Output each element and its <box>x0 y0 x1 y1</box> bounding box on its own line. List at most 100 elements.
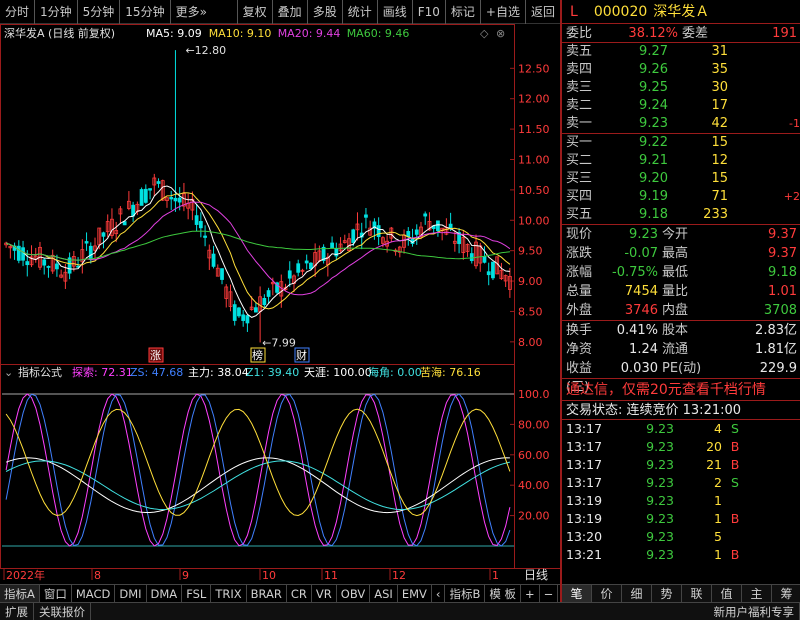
ma-label: MA20: 9.44 <box>278 27 341 40</box>
tick-time: 13:19 <box>566 511 603 526</box>
indicator-tab[interactable]: 指标B <box>445 584 486 603</box>
toolbar-button[interactable]: 叠加 <box>271 0 307 24</box>
toolbar-button[interactable]: F10 <box>411 0 445 24</box>
panel-tab[interactable]: 联 <box>682 585 712 602</box>
related-quote-button[interactable]: 关联报价 <box>34 602 91 620</box>
candle-body <box>173 197 178 202</box>
candle-body <box>88 245 93 260</box>
level2-promo[interactable]: 通达信，仅需20元查看千档行情 <box>562 378 800 400</box>
candle-body <box>211 253 216 267</box>
fund-key: 股本 <box>662 323 689 338</box>
candle-body <box>55 263 59 270</box>
price-tick-label: 10.50 <box>518 184 550 197</box>
toolbar-button[interactable]: +自选 <box>479 0 525 24</box>
indicator-tab[interactable]: MACD <box>72 584 116 603</box>
indicator-tab[interactable]: DMI <box>115 584 147 603</box>
toolbar-button[interactable]: 复权 <box>236 0 272 24</box>
fund-value: 0.41% <box>616 323 658 338</box>
chart-canvas[interactable]: 深华发A (日线 前复权) MA5: 9.09 MA10: 9.10 MA20: 9.… <box>0 24 560 584</box>
period-tab[interactable]: 15分钟 <box>119 0 169 24</box>
book-row: 卖五 9.27 31 <box>562 43 800 61</box>
period-tab[interactable]: 更多» <box>169 0 212 24</box>
candle-body <box>266 290 271 297</box>
indicator-tab[interactable]: + <box>521 584 540 603</box>
book-volume: 17 <box>711 98 728 113</box>
book-price: 9.20 <box>639 171 668 186</box>
candle-body <box>148 188 152 191</box>
tick-row: 13:20 9.23 5 <box>562 528 800 546</box>
kline-chart[interactable]: 深华发A (日线 前复权) MA5: 9.09 MA10: 9.10 MA20: 9.… <box>0 24 560 584</box>
sell-book: 卖五 9.27 31 卖四 9.26 35 卖三 9.25 30 卖二 9.24 17 卖一 9.23 42… <box>562 43 800 133</box>
quote-value: 3708 <box>763 303 797 318</box>
panel-tab[interactable]: 值 <box>712 585 742 602</box>
ma-line <box>5 185 510 318</box>
quote-value: -0.07 <box>624 246 658 261</box>
period-tab[interactable]: 5分钟 <box>76 0 120 24</box>
date-label: 12 <box>392 569 406 582</box>
ma-line <box>5 201 511 296</box>
date-label: 1 <box>492 569 499 582</box>
fund-row: 换手 0.41% 股本 2.83亿 <box>562 321 800 340</box>
indicator-tab[interactable]: ASI <box>370 584 398 603</box>
panel-tab[interactable]: 主 <box>742 585 772 602</box>
indicator-line <box>5 393 511 547</box>
expand-button[interactable]: 扩展 <box>0 602 34 620</box>
indicator-tab[interactable]: CR <box>287 584 312 603</box>
book-row: 买四 9.19 71 +2 <box>562 188 800 206</box>
tick-time: 13:21 <box>566 547 603 562</box>
indicator-tab[interactable]: TRIX <box>211 584 247 603</box>
indicator-tab[interactable]: VR <box>312 584 337 603</box>
panel-tab[interactable]: 笔 <box>562 585 592 602</box>
indicator-tab[interactable]: − <box>540 584 559 603</box>
candle-body <box>376 225 381 237</box>
ind-tick-label: 40.00 <box>518 479 550 492</box>
tick-time: 13:17 <box>566 475 603 490</box>
period-tab[interactable]: 1分钟 <box>34 0 77 24</box>
book-volume: 233 <box>703 207 728 222</box>
tick-side: B <box>730 457 740 472</box>
period-tab[interactable]: 分时 <box>0 0 34 24</box>
status-bar: 扩展 关联报价 新用户福利专享 <box>0 602 800 620</box>
ind-tick-label: 20.00 <box>518 510 550 523</box>
panel-tab[interactable]: 势 <box>652 585 682 602</box>
indicator-tab[interactable]: 指标A <box>0 584 40 603</box>
candle-body <box>309 262 313 270</box>
book-label: 买二 <box>566 153 593 168</box>
candle-body <box>423 213 428 217</box>
toolbar-button[interactable]: 多股 <box>306 0 342 24</box>
indicator-tab[interactable]: 模 板 <box>485 584 522 603</box>
panel-tab[interactable]: 价 <box>592 585 622 602</box>
panel-tab[interactable]: 筹 <box>772 585 800 602</box>
indicator-tab[interactable]: ‹ <box>432 584 446 603</box>
candle-body <box>25 261 30 266</box>
quote-key: 现价 <box>566 227 593 242</box>
indicator-tab[interactable]: DMA <box>147 584 183 603</box>
close-icon: ⊗ <box>496 27 505 40</box>
candle-body <box>122 221 127 226</box>
indicator-value: 海角: 0.00 <box>368 365 422 379</box>
indicator-line <box>5 393 511 547</box>
candle-body <box>491 261 495 279</box>
indicator-tab[interactable]: EMV <box>398 584 432 603</box>
toolbar-button[interactable]: 统计 <box>341 0 377 24</box>
promo-link[interactable]: 新用户福利专享 <box>709 602 800 620</box>
tick-time: 13:17 <box>566 457 603 472</box>
book-volume: 71 <box>711 189 728 204</box>
candle-body <box>486 271 491 276</box>
date-label: 10 <box>262 569 276 582</box>
toolbar-button[interactable]: 标记 <box>444 0 480 24</box>
quote-value: 9.37 <box>768 227 797 242</box>
candle-body <box>469 253 474 262</box>
indicator-tab[interactable]: FSL <box>182 584 212 603</box>
book-row: 买二 9.21 12 <box>562 152 800 170</box>
toolbar-button[interactable]: 返回 <box>524 0 560 24</box>
book-change: -1 <box>789 117 800 130</box>
fund-row: 净资 1.24 流通 1.81亿 <box>562 340 800 359</box>
book-price: 9.24 <box>639 98 668 113</box>
indicator-tab[interactable]: BRAR <box>247 584 287 603</box>
toolbar-button[interactable]: 画线 <box>376 0 412 24</box>
quote-value: 1.01 <box>768 284 797 299</box>
panel-tab[interactable]: 细 <box>622 585 652 602</box>
indicator-tab[interactable]: OBV <box>337 584 371 603</box>
indicator-tab[interactable]: 窗口 <box>40 584 72 603</box>
